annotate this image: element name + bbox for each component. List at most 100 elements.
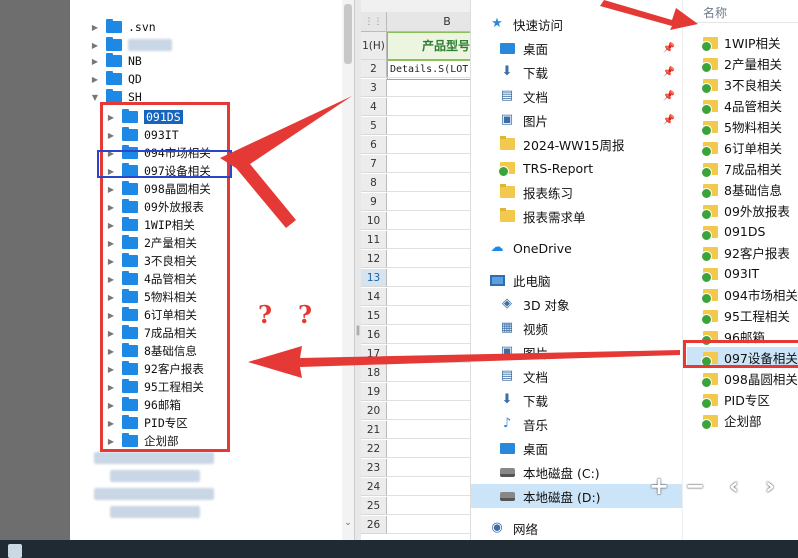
column-header-b[interactable]: B — [387, 12, 471, 32]
file-list-item[interactable]: 92客户报表 — [701, 242, 790, 263]
file-list-item[interactable]: 95工程相关 — [701, 305, 790, 326]
nav-item[interactable]: ▦ 视频 — [471, 316, 683, 340]
file-list-item[interactable]: 093IT — [701, 263, 759, 284]
nav-item[interactable]: ▣ 图片 📌 — [471, 108, 683, 132]
file-list-item[interactable]: 5物料相关 — [701, 116, 782, 137]
nav-item[interactable]: ◉ 网络 — [471, 516, 683, 540]
file-list-item[interactable]: 091DS — [701, 221, 765, 242]
file-list-item[interactable]: 3不良相关 — [701, 74, 782, 95]
sheet-cell[interactable] — [387, 364, 471, 382]
sheet-cell[interactable] — [387, 231, 471, 249]
row-header[interactable]: 26 — [361, 516, 387, 534]
sheet-cell[interactable] — [387, 497, 471, 515]
sheet-cell[interactable] — [387, 326, 471, 344]
sheet-cell[interactable] — [387, 307, 471, 325]
sheet-cell[interactable] — [387, 478, 471, 496]
row-header[interactable]: 12 — [361, 250, 387, 268]
tree-item[interactable]: ▶ .svn — [90, 18, 156, 36]
tree-scrollbar[interactable] — [342, 0, 354, 540]
chevron-right-icon[interactable]: ▶ — [90, 41, 100, 50]
row-header[interactable]: 20 — [361, 402, 387, 420]
nav-item[interactable]: ★ 快速访问 — [471, 12, 683, 36]
nav-item[interactable]: ⬇ 下载 📌 — [471, 60, 683, 84]
row-header[interactable]: 8 — [361, 174, 387, 192]
sheet-cell[interactable] — [387, 421, 471, 439]
pin-icon[interactable]: 📌 — [663, 43, 675, 54]
nav-item[interactable]: ⬇ 下载 — [471, 388, 683, 412]
row-header[interactable]: 15 — [361, 307, 387, 325]
file-list-item[interactable]: 6订单相关 — [701, 137, 782, 158]
sheet-cell[interactable] — [387, 288, 471, 306]
row-header[interactable]: 18 — [361, 364, 387, 382]
nav-item[interactable]: ☁ OneDrive — [471, 236, 683, 260]
sheet-cell[interactable] — [387, 402, 471, 420]
chevron-right-icon[interactable]: ▶ — [90, 75, 100, 84]
taskbar-app-icon[interactable] — [8, 544, 22, 558]
file-list-item[interactable]: 7成品相关 — [701, 158, 782, 179]
tree-item[interactable]: ▶ QD — [90, 70, 142, 88]
row-header[interactable]: 9 — [361, 193, 387, 211]
cell-b1[interactable]: 产品型号 — [387, 32, 471, 60]
pin-icon[interactable]: 📌 — [663, 115, 675, 126]
sheet-cell[interactable] — [387, 155, 471, 173]
sheet-cell[interactable] — [387, 269, 471, 287]
sheet-cell[interactable] — [387, 117, 471, 135]
nav-item[interactable]: 桌面 📌 — [471, 36, 683, 60]
remove-button[interactable]: − — [685, 470, 705, 502]
row-header[interactable]: 16 — [361, 326, 387, 344]
row-header[interactable]: 4 — [361, 98, 387, 116]
row-header[interactable]: 2 — [361, 60, 387, 78]
row-header[interactable]: 13 — [361, 269, 387, 287]
sheet-cell[interactable] — [387, 440, 471, 458]
tree-item[interactable]: ▶ NB — [90, 52, 142, 70]
sheet-cell[interactable] — [387, 459, 471, 477]
file-list-item[interactable]: 1WIP相关 — [701, 32, 781, 53]
row-header[interactable]: 6 — [361, 136, 387, 154]
nav-item[interactable]: TRS-Report — [471, 156, 683, 180]
sheet-cell[interactable] — [387, 383, 471, 401]
file-list-item[interactable]: PID专区 — [701, 389, 770, 410]
tree-scrollbar-thumb[interactable] — [344, 4, 352, 64]
file-list-item[interactable]: 094市场相关 — [701, 284, 798, 305]
nav-item[interactable]: ▤ 文档 📌 — [471, 84, 683, 108]
row-header[interactable]: 3 — [361, 79, 387, 97]
file-list-item[interactable]: 4品管相关 — [701, 95, 782, 116]
row-header[interactable]: 25 — [361, 497, 387, 515]
forward-button[interactable]: › — [765, 470, 775, 502]
name-column-header[interactable]: 名称 — [703, 4, 727, 21]
row-header[interactable]: 24 — [361, 478, 387, 496]
row-header[interactable]: 11 — [361, 231, 387, 249]
row-header[interactable]: 7 — [361, 155, 387, 173]
sheet-cell[interactable] — [387, 516, 471, 534]
nav-item[interactable]: 桌面 — [471, 436, 683, 460]
pin-icon[interactable]: 📌 — [663, 67, 675, 78]
nav-item[interactable]: ▣ 图片 — [471, 340, 683, 364]
sheet-cell[interactable] — [387, 345, 471, 363]
nav-item[interactable]: 2024-WW15周报 — [471, 132, 683, 156]
row-header[interactable]: 17 — [361, 345, 387, 363]
file-list-item[interactable]: 09外放报表 — [701, 200, 790, 221]
nav-item[interactable]: ◈ 3D 对象 — [471, 292, 683, 316]
file-list-item[interactable]: 2产量相关 — [701, 53, 782, 74]
scroll-down-icon[interactable]: ⌄ — [343, 518, 353, 528]
add-button[interactable]: + — [649, 470, 669, 502]
sheet-cell[interactable] — [387, 79, 471, 97]
nav-item[interactable]: ▤ 文档 — [471, 364, 683, 388]
select-all-corner-icon[interactable]: ⋮⋮ — [361, 12, 387, 32]
row-header-1[interactable]: 1(H) — [361, 32, 387, 60]
pin-icon[interactable]: 📌 — [663, 91, 675, 102]
nav-item[interactable]: 报表练习 — [471, 180, 683, 204]
nav-item[interactable]: ♪ 音乐 — [471, 412, 683, 436]
row-header[interactable]: 22 — [361, 440, 387, 458]
file-list-item[interactable]: 098晶圆相关 — [701, 368, 798, 389]
sheet-cell[interactable] — [387, 60, 471, 78]
sheet-cell[interactable] — [387, 193, 471, 211]
row-header[interactable]: 14 — [361, 288, 387, 306]
file-list-item[interactable]: 8基础信息 — [701, 179, 782, 200]
sheet-cell[interactable] — [387, 174, 471, 192]
chevron-right-icon[interactable]: ▶ — [90, 57, 100, 66]
sheet-cell[interactable] — [387, 98, 471, 116]
row-header[interactable]: 5 — [361, 117, 387, 135]
nav-item[interactable]: 此电脑 — [471, 268, 683, 292]
sheet-cell[interactable] — [387, 212, 471, 230]
